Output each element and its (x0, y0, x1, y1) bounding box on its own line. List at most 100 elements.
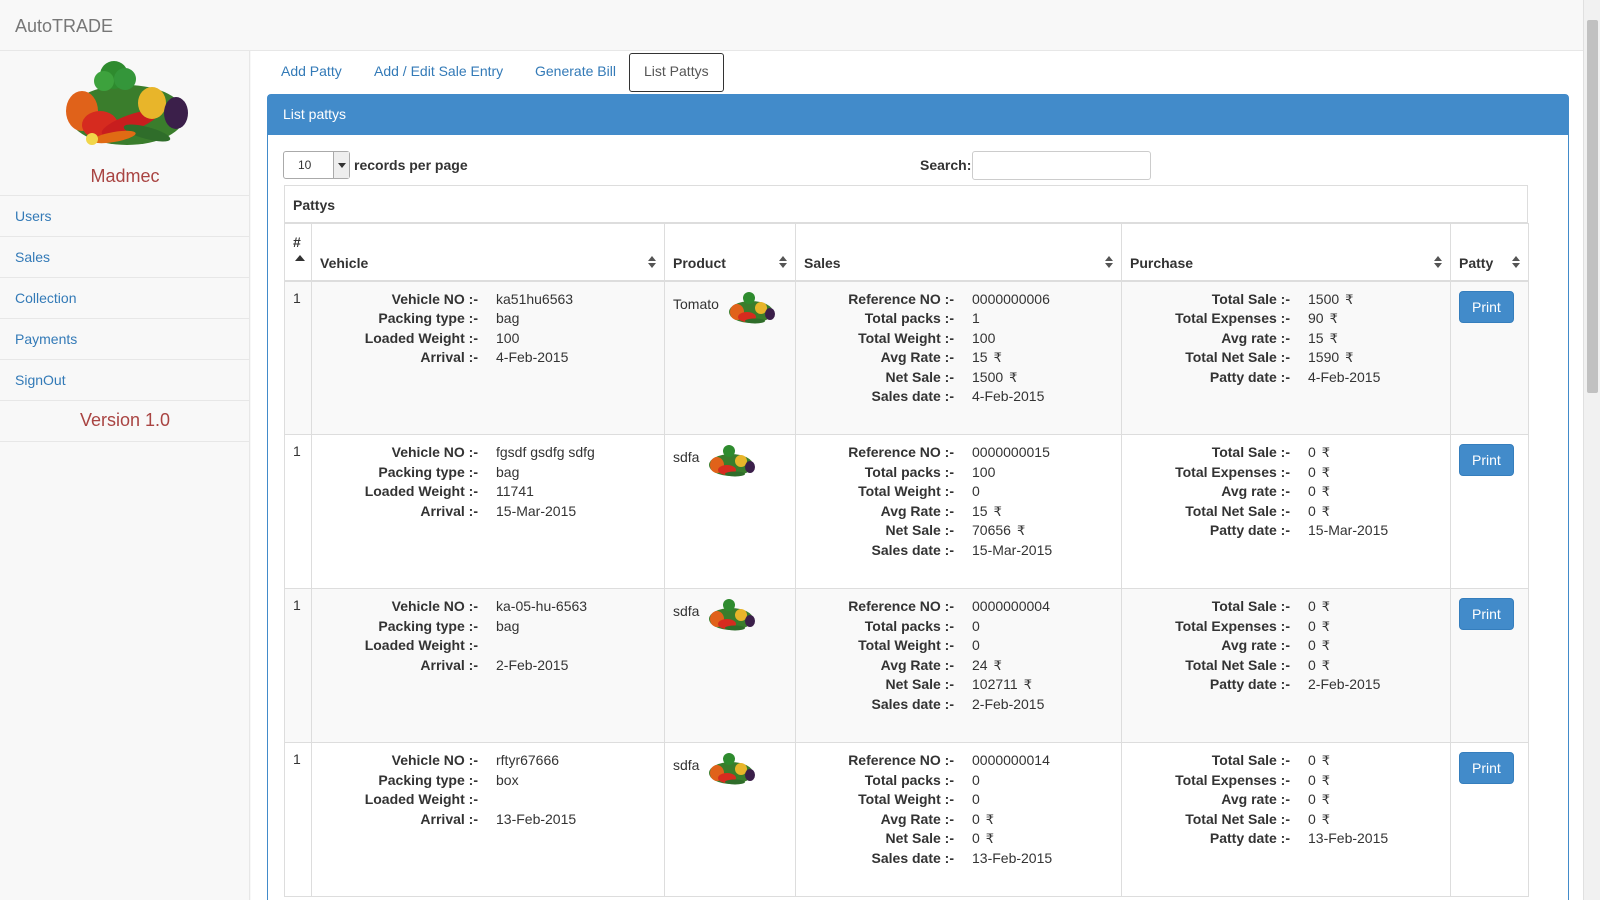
main-content: Add Patty Add / Edit Sale Entry Generate… (251, 51, 1583, 900)
field-label: Total Net Sale :- (1185, 810, 1290, 827)
rupee-icon: ₹ (1321, 792, 1331, 808)
field-value: 15-Mar-2015 (972, 541, 1053, 558)
print-button[interactable]: Print (1459, 598, 1514, 630)
field-value: 1500 (972, 368, 1004, 385)
field-row: Arrival :- 13-Feb-2015 (320, 810, 656, 830)
field-group: 15 ₹ (1290, 329, 1338, 349)
field-label: Patty date :- (1209, 368, 1290, 385)
field-value: 102711 (972, 676, 1018, 693)
scrollbar-thumb[interactable] (1587, 20, 1598, 393)
field-row: Avg rate :- 0 ₹ (1130, 790, 1442, 810)
field-value: 0 (1308, 771, 1316, 788)
field-value: 0 (972, 830, 980, 847)
vehicle-cell: Vehicle NO :- rftyr67666 Packing type :- b… (311, 742, 665, 897)
field-group: Reference NO :- 0000000006 Total packs :-… (804, 290, 1113, 408)
field-label: Reference NO :- (848, 290, 954, 307)
field-row: Packing type :- bag (320, 309, 656, 329)
product-cell: Tomato (664, 280, 796, 435)
col-header-patty[interactable]: Patty (1450, 223, 1529, 282)
rupee-icon: ₹ (1321, 638, 1331, 654)
sidebar-item-signout[interactable]: SignOut (0, 360, 250, 401)
sidebar-item-sales[interactable]: Sales (0, 237, 250, 278)
field-value: bag (496, 617, 520, 634)
page-length-select[interactable]: 10 (283, 151, 350, 179)
col-header-sales[interactable]: Sales (795, 223, 1122, 282)
tab-list-pattys[interactable]: List Pattys (629, 53, 724, 92)
print-button[interactable]: Print (1459, 290, 1514, 323)
field-value: 0 (972, 483, 980, 500)
tab-generate-bill[interactable]: Generate Bill (520, 53, 631, 92)
table-row: 1 Vehicle NO :- ka51hu6563 Packing type :… (284, 280, 1529, 435)
col-header-purchase[interactable]: Purchase (1121, 223, 1451, 282)
vegetables-image-icon (709, 753, 756, 785)
sidebar-item-payments[interactable]: Payments (0, 319, 250, 360)
field-label: Vehicle NO :- (391, 598, 478, 614)
field-value: 70656 (972, 522, 1011, 539)
field-value: 2-Feb-2015 (972, 695, 1045, 712)
sales-cell: Reference NO :- 0000000006 Total packs :-… (795, 280, 1122, 435)
field-label: Total Sale :- (1211, 444, 1290, 460)
field-group: 15 ₹ (954, 348, 1002, 368)
field-value: box (496, 771, 519, 788)
tab-add-patty[interactable]: Add Patty (266, 53, 357, 92)
field-value: rftyr67666 (496, 752, 560, 768)
field-value: 24 (972, 656, 988, 673)
sort-asc-icon (295, 255, 305, 261)
dropdown-arrow-icon[interactable] (333, 152, 349, 178)
field-row: Total Sale :- 1500 ₹ (1130, 290, 1442, 310)
field-row: Arrival :- 15-Mar-2015 (320, 502, 656, 522)
field-group: 0 ₹ (1290, 617, 1330, 637)
field-value: 1500 (1308, 290, 1340, 307)
search-input[interactable] (972, 151, 1151, 180)
field-value: 0 (1308, 791, 1316, 808)
page-length-label: records per page (354, 157, 468, 173)
sort-icon (1105, 255, 1113, 268)
field-row: Avg rate :- 0 ₹ (1130, 482, 1442, 502)
rupee-icon: ₹ (1321, 445, 1331, 460)
field-label: Reference NO :- (848, 752, 954, 768)
sales-cell: Reference NO :- 0000000014 Total packs :-… (795, 742, 1122, 897)
field-value: 0000000015 (972, 444, 1050, 460)
field-row: Arrival :- 4-Feb-2015 (320, 348, 656, 368)
field-label: Patty date :- (1209, 676, 1290, 693)
field-label: Sales date :- (871, 695, 954, 712)
field-group: 1500 ₹ (1290, 290, 1353, 310)
field-group: sdfa (673, 597, 787, 633)
rupee-icon: ₹ (1321, 599, 1331, 614)
col-header-number[interactable]: # (284, 223, 312, 282)
field-row: Arrival :- 2-Feb-2015 (320, 656, 656, 676)
field-label: Avg Rate :- (880, 502, 954, 519)
field-group: Total Sale :- 0 ₹ Total Expenses :- 0 ₹ Avg … (1130, 751, 1442, 849)
rupee-icon: ₹ (1345, 350, 1354, 366)
field-row: Patty date :- 15-Mar-2015 (1130, 521, 1442, 541)
field-row: Net Sale :- 102711 ₹ (804, 675, 1113, 695)
field-label: Packing type :- (378, 310, 478, 327)
sidebar-item-users[interactable]: Users (0, 196, 250, 237)
version-label: Version 1.0 (0, 401, 250, 442)
print-button[interactable]: Print (1459, 752, 1514, 784)
vegetables-image-icon (709, 445, 756, 477)
sales-cell: Reference NO :- 0000000004 Total packs :-… (795, 588, 1122, 743)
print-button[interactable]: Print (1459, 444, 1514, 476)
field-value: 0 (1308, 463, 1316, 480)
sidebar-item-collection[interactable]: Collection (0, 278, 250, 319)
col-header-vehicle[interactable]: Vehicle (311, 223, 665, 282)
field-value: 100 (972, 463, 996, 480)
row-number-cell: 1 (284, 742, 312, 897)
field-row: Total Expenses :- 90 ₹ (1130, 309, 1442, 329)
field-value: 0000000014 (972, 752, 1050, 768)
field-label: Loaded Weight :- (364, 329, 478, 346)
field-label: Arrival :- (420, 349, 478, 366)
field-label: Total packs :- (864, 617, 954, 634)
page-scrollbar[interactable] (1583, 0, 1600, 900)
field-group: 90 ₹ (1290, 309, 1338, 329)
field-row: Packing type :- box (320, 771, 656, 791)
rupee-icon: ₹ (1321, 772, 1331, 788)
tab-add-edit-sale-entry[interactable]: Add / Edit Sale Entry (359, 53, 518, 92)
app-brand[interactable]: AutoTRADE (15, 16, 113, 37)
field-value: 0 (1308, 598, 1316, 614)
field-label: Total Weight :- (858, 791, 954, 808)
rupee-icon: ₹ (985, 811, 995, 827)
field-row: Total Sale :- 0 ₹ (1130, 443, 1442, 463)
col-header-product[interactable]: Product (664, 223, 796, 282)
